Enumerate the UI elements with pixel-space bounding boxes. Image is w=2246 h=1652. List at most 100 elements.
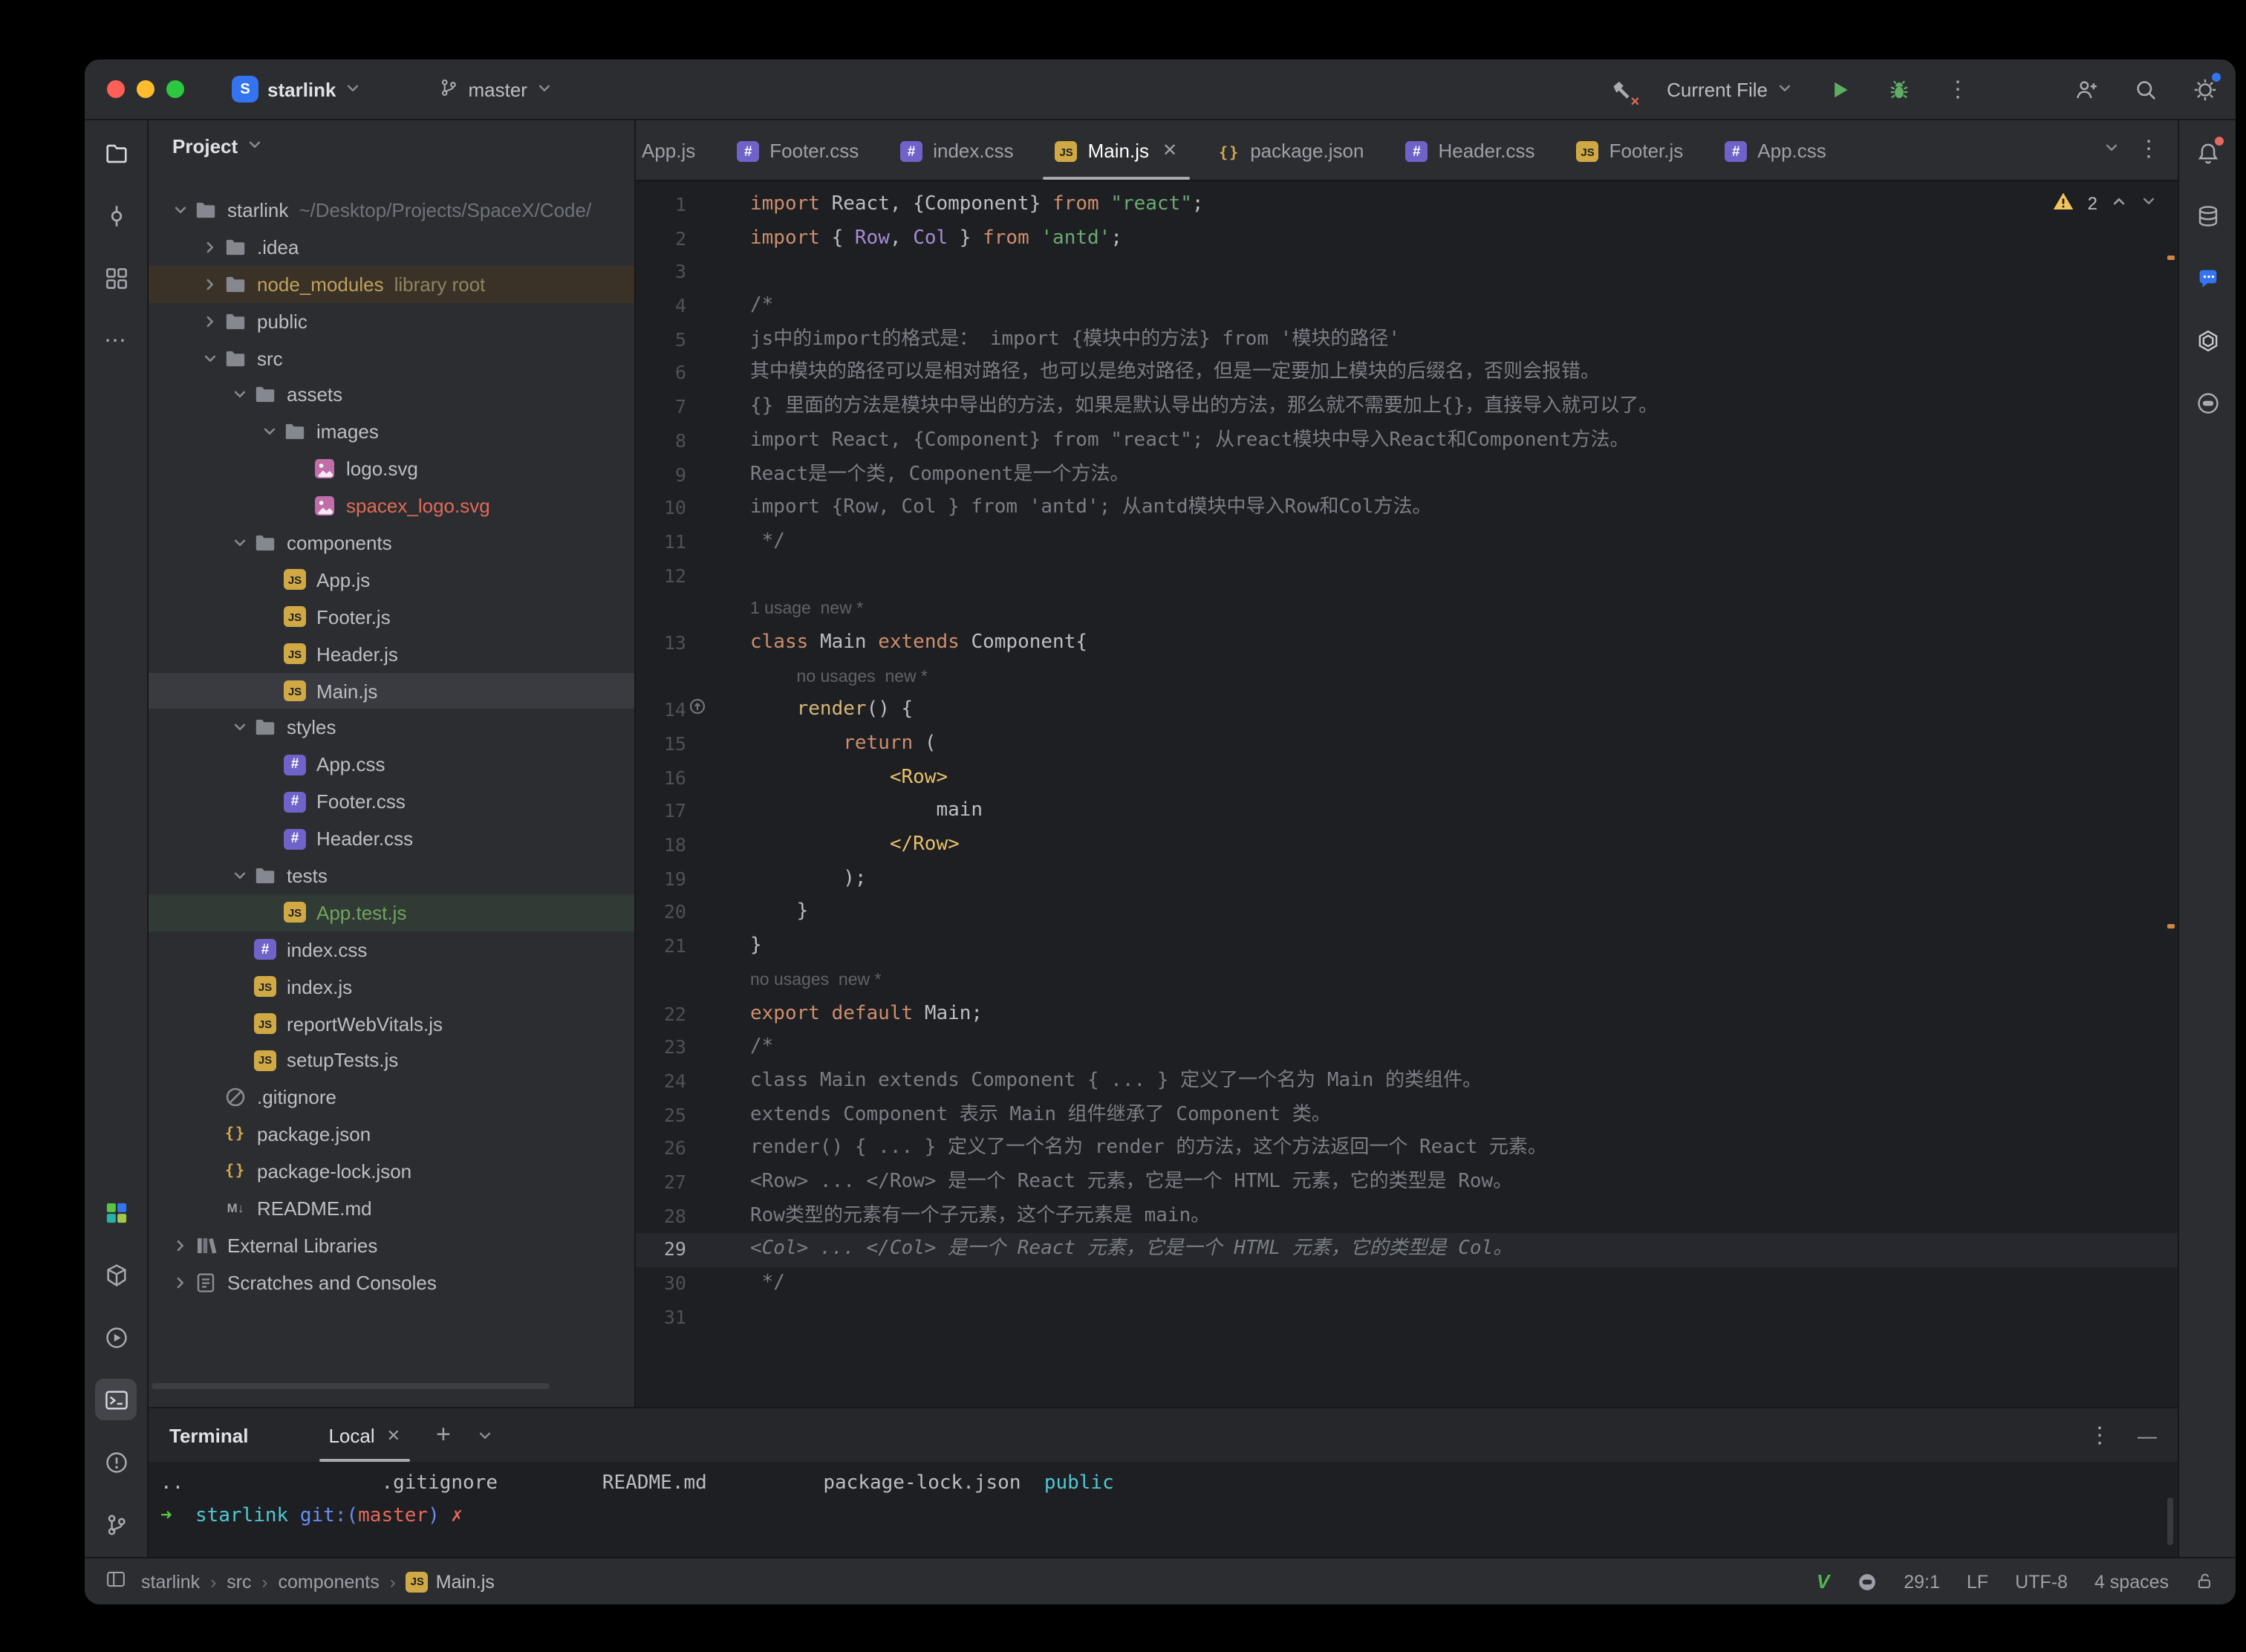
breadcrumb-item[interactable]: starlink bbox=[141, 1571, 200, 1592]
terminal-options-button[interactable]: ⋮ bbox=[2089, 1424, 2111, 1446]
tree-item-scratches-and-consoles[interactable]: Scratches and Consoles bbox=[149, 1264, 634, 1301]
tab-options-button[interactable]: ⋮ bbox=[2138, 137, 2160, 163]
more-actions-button[interactable]: ⋮ bbox=[1939, 70, 1977, 108]
commit-toolwindow-button[interactable] bbox=[95, 195, 137, 236]
tree-item-tests[interactable]: tests bbox=[149, 857, 634, 894]
code-with-me-button[interactable] bbox=[2066, 70, 2105, 108]
tree-item-images[interactable]: images bbox=[149, 414, 634, 451]
tree-item-setuptests-js[interactable]: JS setupTests.js bbox=[149, 1042, 634, 1079]
tab-package-json[interactable]: {} package.json bbox=[1198, 120, 1384, 180]
expander-icon[interactable] bbox=[199, 313, 220, 329]
tree-item-header-css[interactable]: # Header.css bbox=[149, 820, 634, 857]
more-toolwindows-button[interactable]: ⋯ bbox=[95, 319, 137, 361]
file-encoding[interactable]: UTF-8 bbox=[2015, 1571, 2068, 1592]
branch-selector[interactable]: master bbox=[427, 71, 564, 108]
tree-item-app-js[interactable]: JS App.js bbox=[149, 562, 634, 599]
version-control-toolwindow-button[interactable] bbox=[95, 1503, 137, 1545]
line-separator[interactable]: LF bbox=[1967, 1571, 1988, 1592]
tree-item-main-js[interactable]: JS Main.js bbox=[149, 672, 634, 709]
next-problem-button[interactable] bbox=[2141, 193, 2157, 214]
tree-item--gitignore[interactable]: .gitignore bbox=[149, 1079, 634, 1116]
tab-footer-css[interactable]: # Footer.css bbox=[716, 120, 879, 180]
expander-icon[interactable] bbox=[199, 350, 220, 366]
terminal-tab-local[interactable]: Local ✕ bbox=[319, 1408, 410, 1462]
settings-button[interactable] bbox=[2185, 70, 2224, 108]
run-configuration-selector[interactable]: Current File bbox=[1661, 75, 1799, 103]
tree-item--idea[interactable]: .idea bbox=[149, 229, 634, 266]
tree-item-reportwebvitals-js[interactable]: JS reportWebVitals.js bbox=[149, 1005, 634, 1042]
expander-icon[interactable] bbox=[199, 239, 220, 256]
indent-style[interactable]: 4 spaces bbox=[2094, 1571, 2169, 1592]
close-window-button[interactable] bbox=[107, 80, 125, 98]
breadcrumb-item[interactable]: components bbox=[279, 1571, 380, 1592]
tab-header-css[interactable]: # Header.css bbox=[1384, 120, 1555, 180]
tree-item-styles[interactable]: styles bbox=[149, 709, 634, 747]
ai-assistant-toolwindow-button[interactable] bbox=[2187, 257, 2228, 299]
project-panel-header[interactable]: Project bbox=[149, 120, 634, 171]
expander-icon[interactable] bbox=[229, 387, 250, 403]
close-icon[interactable]: ✕ bbox=[387, 1425, 400, 1445]
expander-icon[interactable] bbox=[199, 276, 220, 292]
copilot-status-icon[interactable] bbox=[1856, 1571, 1877, 1592]
tab-footer-js[interactable]: JS Footer.js bbox=[1556, 120, 1705, 180]
tree-item-node-modules[interactable]: node_modules library root bbox=[149, 265, 634, 303]
tree-item-package-json[interactable]: {} package.json bbox=[149, 1116, 634, 1154]
database-toolwindow-button[interactable] bbox=[2187, 195, 2228, 236]
expander-icon[interactable] bbox=[169, 202, 190, 218]
tree-item-footer-css[interactable]: # Footer.css bbox=[149, 784, 634, 821]
tab-app-js[interactable]: JSApp.js bbox=[636, 120, 716, 180]
expander-icon[interactable] bbox=[258, 424, 279, 440]
minimize-window-button[interactable] bbox=[137, 80, 154, 98]
chatgpt-toolwindow-button[interactable] bbox=[2187, 319, 2228, 361]
tree-item-index-css[interactable]: # index.css bbox=[149, 931, 634, 969]
tree-item-logo-svg[interactable]: logo.svg bbox=[149, 450, 634, 487]
tree-item-spacex-logo-svg[interactable]: spacex_logo.svg bbox=[149, 487, 634, 524]
debug-button[interactable] bbox=[1879, 70, 1918, 108]
copilot-chat-toolwindow-button[interactable] bbox=[2187, 382, 2228, 423]
tab-app-css[interactable]: # App.css bbox=[1704, 120, 1847, 180]
zoom-window-button[interactable] bbox=[166, 80, 184, 98]
tree-item-external-libraries[interactable]: External Libraries bbox=[149, 1227, 634, 1264]
tree-item-public[interactable]: public bbox=[149, 302, 634, 339]
terminal-scrollbar[interactable] bbox=[2167, 1497, 2173, 1545]
breadcrumb-item[interactable]: src bbox=[227, 1571, 251, 1592]
tree-item-readme-md[interactable]: M↓ README.md bbox=[149, 1190, 634, 1227]
tree-item-components[interactable]: components bbox=[149, 524, 634, 562]
tree-item-index-js[interactable]: JS index.js bbox=[149, 968, 634, 1005]
readonly-toggle[interactable] bbox=[2195, 1572, 2215, 1591]
caret-position[interactable]: 29:1 bbox=[1904, 1571, 1940, 1592]
tree-item-assets[interactable]: assets bbox=[149, 377, 634, 414]
tab-index-css[interactable]: # index.css bbox=[879, 120, 1034, 180]
search-everywhere-button[interactable] bbox=[2126, 70, 2164, 108]
expander-icon[interactable] bbox=[169, 1238, 190, 1254]
run-button[interactable] bbox=[1820, 70, 1858, 108]
terminal-output[interactable]: .. .gitignore README.md package-lock.jso… bbox=[149, 1462, 2178, 1533]
terminal-type-dropdown[interactable] bbox=[478, 1427, 494, 1443]
hide-terminal-button[interactable]: — bbox=[2138, 1424, 2157, 1446]
tree-horizontal-scrollbar[interactable] bbox=[152, 1383, 550, 1389]
structure-toolwindow-button[interactable] bbox=[95, 257, 137, 299]
tree-item-starlink[interactable]: starlink ~/Desktop/Projects/SpaceX/Code/ bbox=[149, 192, 634, 229]
project-selector[interactable]: S starlink bbox=[220, 70, 374, 108]
breadcrumb-file[interactable]: JS Main.js bbox=[406, 1571, 495, 1592]
tree-item-package-lock-json[interactable]: {} package-lock.json bbox=[149, 1153, 634, 1190]
override-gutter-icon[interactable] bbox=[689, 695, 706, 728]
close-icon[interactable]: ✕ bbox=[1162, 140, 1177, 160]
build-project-button[interactable]: ✕ bbox=[1601, 70, 1640, 108]
problems-toolwindow-button[interactable] bbox=[95, 1441, 137, 1483]
terminal-toolwindow-button[interactable] bbox=[95, 1379, 137, 1420]
tree-item-header-js[interactable]: JS Header.js bbox=[149, 635, 634, 672]
tab-main-js[interactable]: JS Main.js ✕ bbox=[1035, 120, 1199, 180]
new-terminal-button[interactable]: + bbox=[436, 1420, 451, 1450]
dependencies-toolwindow-button[interactable] bbox=[95, 1254, 137, 1295]
hidden-tabs-button[interactable] bbox=[2103, 137, 2120, 163]
expander-icon[interactable] bbox=[229, 868, 250, 884]
expander-icon[interactable] bbox=[169, 1275, 190, 1291]
v-plugin-icon[interactable]: V bbox=[1817, 1570, 1829, 1593]
toolwindow-layout-icon[interactable] bbox=[105, 1569, 126, 1594]
expander-icon[interactable] bbox=[229, 535, 250, 551]
previous-problem-button[interactable] bbox=[2111, 193, 2127, 214]
project-toolwindow-button[interactable] bbox=[95, 132, 137, 174]
tree-item-src[interactable]: src bbox=[149, 339, 634, 377]
run-toolwindow-button[interactable] bbox=[95, 1316, 137, 1358]
